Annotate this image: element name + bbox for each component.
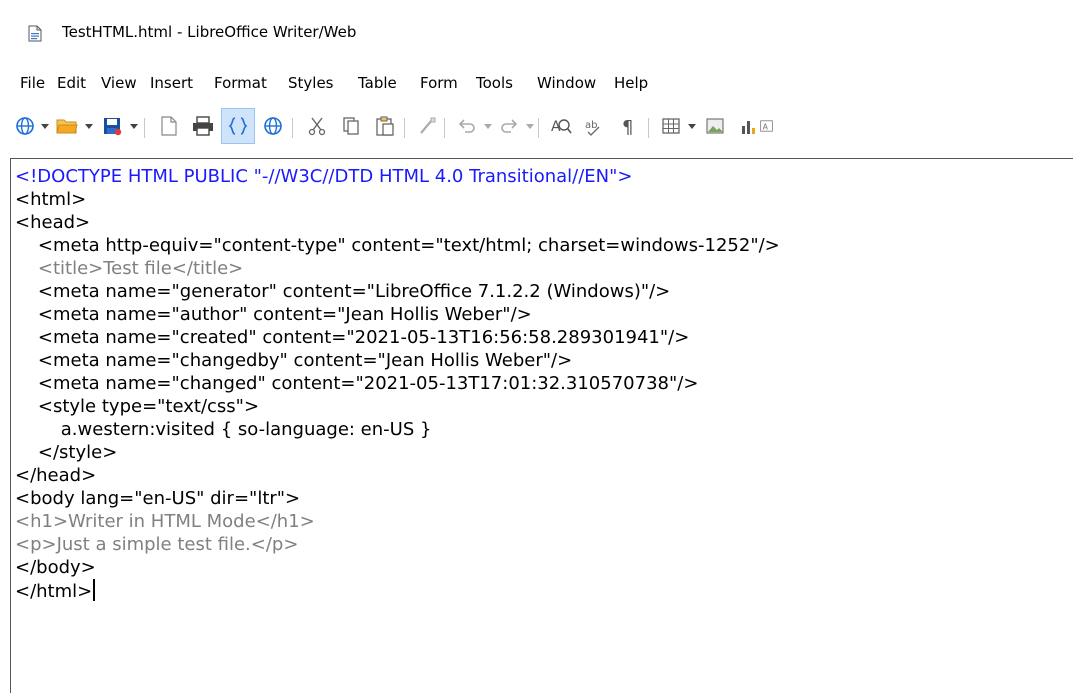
redo-icon[interactable] bbox=[492, 108, 526, 144]
source-line: <meta name="created" content="2021-05-13… bbox=[15, 327, 690, 348]
source-line: </style> bbox=[15, 442, 118, 463]
source-line: </body> bbox=[15, 557, 96, 578]
web-browser-icon[interactable] bbox=[256, 108, 290, 144]
open-folder-icon[interactable] bbox=[50, 108, 84, 144]
menu-format[interactable]: Format bbox=[214, 74, 267, 92]
toolbar-separator bbox=[538, 118, 539, 138]
text-cursor bbox=[93, 579, 96, 601]
menu-file[interactable]: File bbox=[20, 74, 45, 92]
table-dropdown-icon[interactable] bbox=[688, 124, 696, 129]
cut-icon[interactable] bbox=[300, 108, 334, 144]
menu-tools[interactable]: Tools bbox=[476, 74, 513, 92]
insert-image-icon[interactable] bbox=[698, 108, 732, 144]
source-line-last: </html> bbox=[15, 579, 96, 604]
title-bar: TestHTML.html - LibreOffice Writer/Web bbox=[0, 0, 1073, 42]
export-pdf-icon[interactable] bbox=[152, 108, 186, 144]
formatting-marks-icon[interactable]: ¶ bbox=[612, 108, 646, 144]
undo-icon[interactable] bbox=[450, 108, 484, 144]
menu-table[interactable]: Table bbox=[358, 74, 397, 92]
svg-text:¶: ¶ bbox=[622, 117, 633, 136]
menu-styles[interactable]: Styles bbox=[288, 74, 334, 92]
toolbar-separator bbox=[444, 118, 445, 138]
menu-bar: File Edit View Insert Format Styles Tabl… bbox=[0, 74, 1073, 102]
toolbar-separator bbox=[292, 118, 293, 138]
menu-form[interactable]: Form bbox=[420, 74, 458, 92]
menu-view[interactable]: View bbox=[101, 74, 137, 92]
source-line: <meta name="author" content="Jean Hollis… bbox=[15, 304, 532, 325]
paste-icon[interactable] bbox=[368, 108, 402, 144]
standard-toolbar: A ab ¶ A bbox=[0, 108, 1073, 150]
menu-edit[interactable]: Edit bbox=[57, 74, 86, 92]
source-line: <html> bbox=[15, 189, 87, 210]
svg-text:A: A bbox=[763, 122, 769, 131]
window-title: TestHTML.html - LibreOffice Writer/Web bbox=[62, 23, 357, 41]
open-dropdown-icon[interactable] bbox=[85, 124, 93, 129]
source-line-text: </html> bbox=[15, 581, 93, 602]
web-view-icon[interactable] bbox=[8, 108, 42, 144]
toolbar-separator bbox=[144, 118, 145, 138]
insert-text-box-icon[interactable]: A bbox=[760, 108, 773, 144]
clone-formatting-icon[interactable] bbox=[410, 108, 444, 144]
svg-text:ab: ab bbox=[585, 120, 597, 131]
source-line: <head> bbox=[15, 212, 91, 233]
source-line: <meta name="generator" content="LibreOff… bbox=[15, 281, 671, 302]
save-icon[interactable] bbox=[95, 108, 129, 144]
find-replace-icon[interactable]: A bbox=[544, 108, 578, 144]
source-line: </head> bbox=[15, 465, 97, 486]
source-line: <body lang="en-US" dir="ltr"> bbox=[15, 488, 301, 509]
spelling-icon[interactable]: ab bbox=[578, 108, 612, 144]
source-line: <meta name="changed" content="2021-05-13… bbox=[15, 373, 699, 394]
web-view-dropdown-icon[interactable] bbox=[41, 124, 49, 129]
toolbar-separator bbox=[404, 118, 405, 138]
source-line: <!DOCTYPE HTML PUBLIC "-//W3C//DTD HTML … bbox=[15, 166, 633, 187]
source-line: <meta http-equiv="content-type" content=… bbox=[15, 235, 780, 256]
insert-table-icon[interactable] bbox=[654, 108, 688, 144]
undo-dropdown-icon[interactable] bbox=[484, 124, 492, 129]
source-line: a.western:visited { so-language: en-US } bbox=[15, 419, 432, 440]
html-source-icon[interactable] bbox=[221, 108, 255, 144]
toolbar-separator bbox=[648, 118, 649, 138]
source-line: <title>Test file</title> bbox=[15, 258, 244, 279]
source-line: <h1>Writer in HTML Mode</h1> bbox=[15, 511, 315, 532]
save-dropdown-icon[interactable] bbox=[130, 124, 138, 129]
source-line: <meta name="changedby" content="Jean Hol… bbox=[15, 350, 573, 371]
source-line: <p>Just a simple test file.</p> bbox=[15, 534, 299, 555]
menu-window[interactable]: Window bbox=[537, 74, 596, 92]
redo-dropdown-icon[interactable] bbox=[526, 124, 534, 129]
copy-icon[interactable] bbox=[334, 108, 368, 144]
menu-insert[interactable]: Insert bbox=[150, 74, 193, 92]
writer-web-document-icon bbox=[28, 25, 42, 42]
html-source-editor[interactable]: <!DOCTYPE HTML PUBLIC "-//W3C//DTD HTML … bbox=[10, 158, 1073, 693]
menu-help[interactable]: Help bbox=[614, 74, 648, 92]
print-icon[interactable] bbox=[186, 108, 220, 144]
source-line: <style type="text/css"> bbox=[15, 396, 260, 417]
